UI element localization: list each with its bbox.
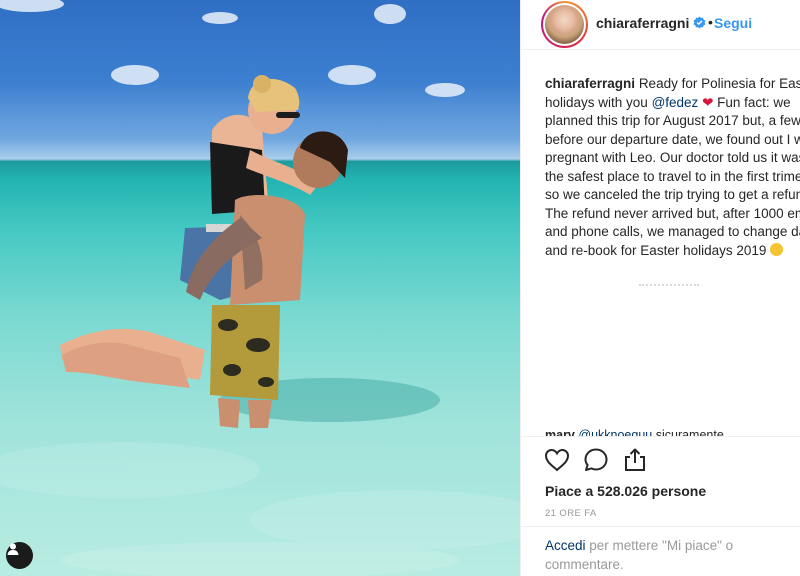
actions-divider <box>521 436 800 437</box>
login-divider <box>521 526 800 527</box>
avatar[interactable] <box>541 1 588 48</box>
likes-prefix: Piace a <box>545 483 598 499</box>
likes-count[interactable]: Piace a 528.026 persone <box>545 483 706 499</box>
speech-bubble-icon[interactable] <box>582 446 610 474</box>
header-separator: • <box>708 14 713 30</box>
person-icon <box>7 543 19 555</box>
caption-username[interactable]: chiaraferragni <box>545 76 635 91</box>
follow-button[interactable]: Segui <box>714 15 752 31</box>
comment-text: sicuramente <box>655 428 724 436</box>
comment-mention[interactable]: @ukknoeguu <box>578 428 652 436</box>
likes-suffix: persone <box>647 483 707 499</box>
avatar-photo <box>545 5 584 44</box>
caption-text-2: Fun fact: we planned this trip for Augus… <box>545 94 800 258</box>
header-username[interactable]: chiaraferragni <box>596 15 689 31</box>
user-tag-icon[interactable] <box>6 542 33 569</box>
post-header: chiaraferragni • Segui <box>521 0 800 50</box>
likes-number: 528.026 <box>597 483 648 499</box>
photo-scene <box>0 0 520 576</box>
comment-peek: marv @ukknoeguu sicuramente <box>545 424 800 436</box>
post-photo[interactable] <box>0 0 520 576</box>
caption-mention[interactable]: @fedez <box>652 95 699 110</box>
login-link[interactable]: Accedi <box>545 538 586 553</box>
heart-outline-icon[interactable] <box>543 446 571 474</box>
comment-username[interactable]: marv <box>545 428 575 436</box>
heart-emoji: ❤ <box>702 94 714 110</box>
post-side-panel: chiaraferragni • Segui chiaraferragni Re… <box>520 0 800 576</box>
verified-badge-icon <box>693 16 706 29</box>
hugging-face-emoji-icon <box>770 242 784 256</box>
divider <box>639 284 699 286</box>
share-upload-icon[interactable] <box>621 446 649 474</box>
post-timestamp: 21 ORE FA <box>545 508 597 519</box>
login-prompt: Accedi per mettere "Mi piace" o commenta… <box>545 537 785 574</box>
post-caption: chiaraferragni Ready for Polinesia for E… <box>545 75 800 260</box>
